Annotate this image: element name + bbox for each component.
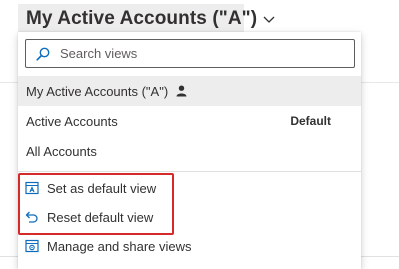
view-selector-flyout: My Active Accounts ("A") Active Accounts… bbox=[18, 32, 361, 269]
view-item-label: My Active Accounts ("A") bbox=[26, 83, 169, 99]
default-badge: Default bbox=[290, 114, 331, 128]
search-box[interactable] bbox=[25, 39, 355, 68]
view-item-active-accounts[interactable]: Active Accounts Default bbox=[18, 106, 361, 136]
reset-default-view-button[interactable]: Reset default view bbox=[18, 203, 361, 231]
manage-views-icon bbox=[25, 239, 39, 253]
manage-share-views-button[interactable]: Manage and share views bbox=[18, 232, 361, 260]
chevron-down-icon bbox=[263, 14, 275, 24]
search-icon bbox=[36, 47, 50, 61]
view-item-label: Active Accounts bbox=[26, 113, 118, 129]
set-default-label: Set as default view bbox=[47, 180, 157, 196]
person-icon bbox=[176, 85, 187, 97]
manage-share-label: Manage and share views bbox=[47, 238, 192, 254]
view-item-my-active-accounts[interactable]: My Active Accounts ("A") bbox=[18, 76, 361, 106]
reset-default-label: Reset default view bbox=[47, 209, 154, 225]
view-selector-button[interactable]: My Active Accounts ("A") bbox=[18, 4, 275, 34]
view-selector-title: My Active Accounts ("A") bbox=[26, 8, 258, 29]
search-input[interactable] bbox=[58, 45, 342, 62]
set-default-view-button[interactable]: Set as default view bbox=[18, 174, 361, 202]
view-item-all-accounts[interactable]: All Accounts bbox=[18, 136, 361, 166]
set-default-icon bbox=[25, 181, 39, 195]
reset-arrow-icon bbox=[25, 210, 39, 224]
view-item-label: All Accounts bbox=[26, 143, 97, 159]
menu-separator bbox=[18, 171, 361, 172]
